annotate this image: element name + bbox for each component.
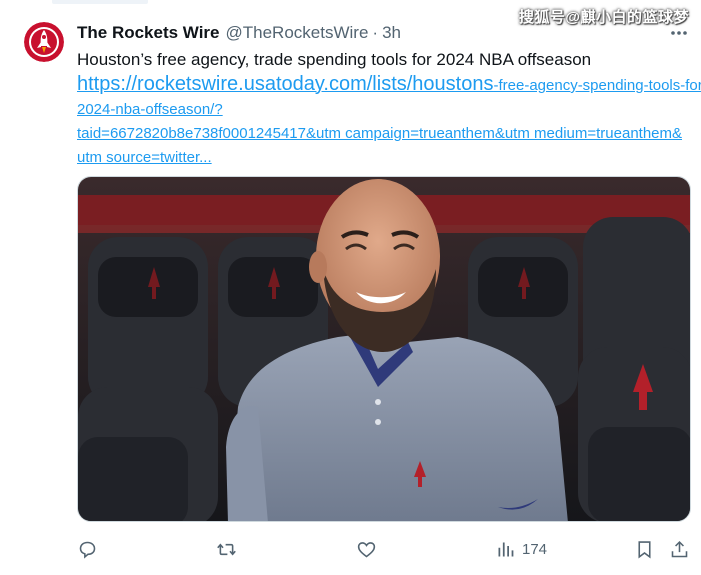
views-button[interactable]: 174 — [495, 538, 547, 560]
retweet-arrows-icon — [217, 542, 236, 556]
link-line-1-rest[interactable]: -free-agency-spending-tools-for- — [493, 77, 701, 94]
user-handle[interactable]: @TheRocketsWire — [226, 23, 369, 43]
tweet-photo[interactable] — [77, 176, 691, 522]
separator-dot: · — [372, 23, 379, 42]
reply-button[interactable] — [77, 538, 98, 560]
watermark: 搜狐号@麒小白的篮球梦 — [518, 9, 689, 26]
more-dots-icon[interactable] — [669, 24, 689, 38]
link-line-4[interactable]: utm source=twitter... — [77, 146, 695, 170]
top-tab-indicator — [52, 0, 148, 4]
tweet-text: Houston’s free agency, trade spending to… — [77, 50, 592, 69]
link-line-2[interactable]: 2024-nba-offseason/? — [77, 98, 695, 122]
link-line-1-main[interactable]: https://rocketswire.usatoday.com/lists/h… — [77, 73, 493, 95]
bookmark-button[interactable] — [634, 538, 655, 560]
tweet-actions: 174 — [77, 538, 691, 562]
link-line-3[interactable]: taid=6672820b8e738f0001245417&utm campai… — [77, 122, 695, 146]
retweet-button[interactable] — [216, 538, 237, 560]
share-button[interactable] — [669, 538, 690, 560]
bookmark-icon — [638, 540, 651, 559]
like-button[interactable] — [356, 538, 377, 560]
display-name[interactable]: The Rockets Wire — [77, 23, 220, 43]
tweet-link[interactable]: https://rocketswire.usatoday.com/lists/h… — [77, 72, 701, 170]
views-count: 174 — [522, 540, 548, 558]
share-arrow-icon — [671, 540, 688, 557]
rockets-wire-logo-icon[interactable] — [24, 22, 64, 62]
tweet-card: The Rockets Wire @TheRocketsWire · 3h 搜狐… — [0, 0, 701, 575]
reply-bubble-icon — [79, 541, 96, 559]
bar-chart-icon — [498, 542, 514, 556]
heart-icon — [357, 541, 376, 557]
timestamp[interactable]: 3h — [382, 23, 401, 43]
